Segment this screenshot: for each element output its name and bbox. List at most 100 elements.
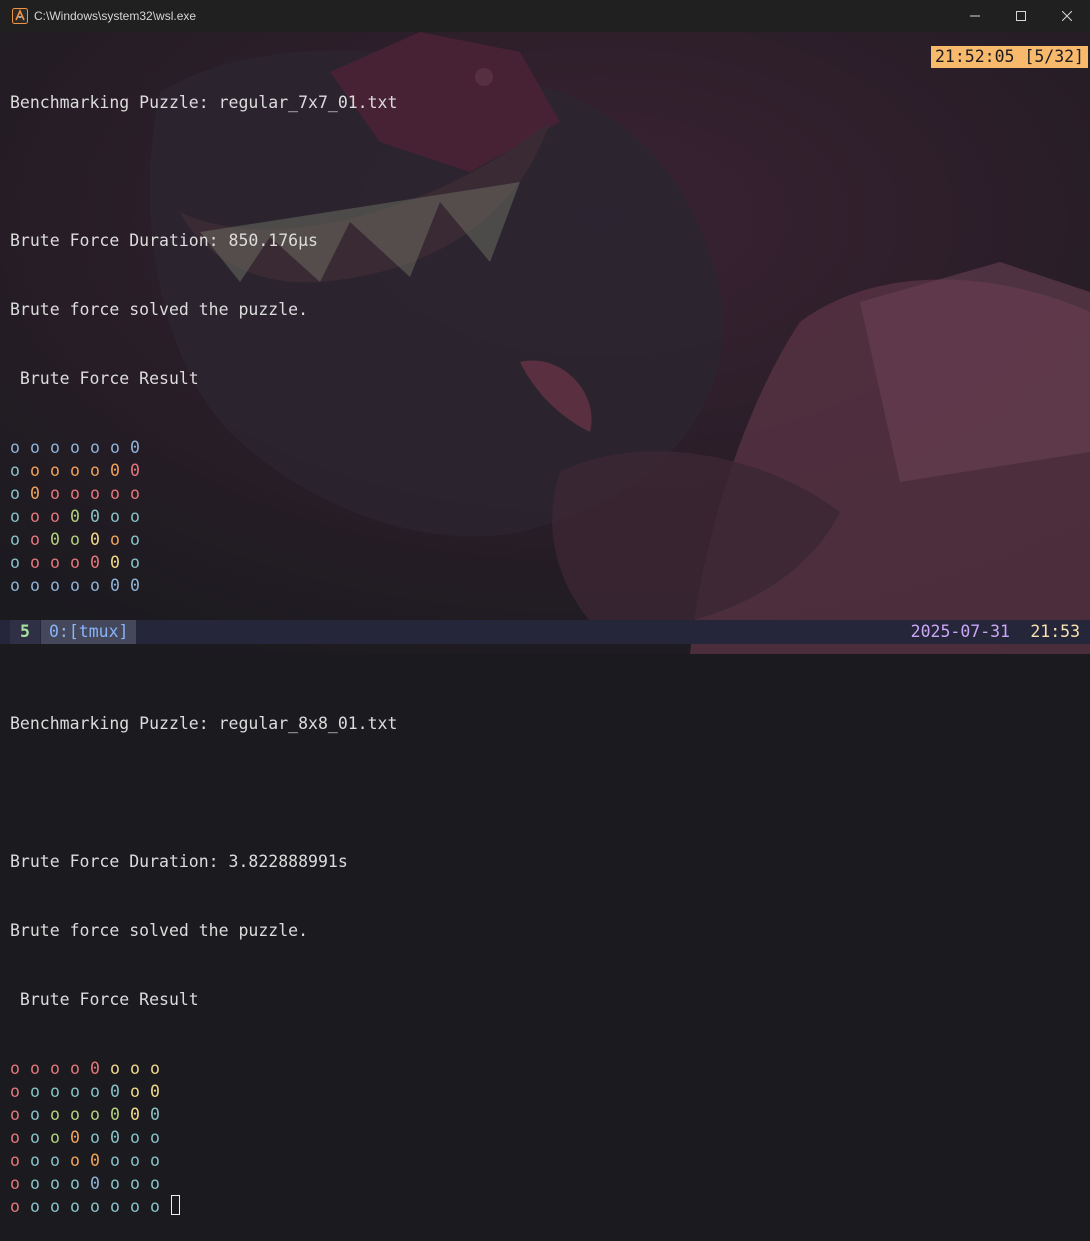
close-button[interactable] (1044, 0, 1090, 32)
grid-cell: o (10, 1197, 20, 1216)
grid-row: oooo0ooo (10, 1057, 1090, 1080)
grid-cell: o (50, 1128, 60, 1147)
puzzle-grid-8x8: oooo0oooooooo0o0ooooo000ooo0o0oooooo0ooo… (10, 1057, 1090, 1218)
grid-cell: o (70, 461, 80, 480)
grid-row: ooooo000 (10, 1103, 1090, 1126)
grid-cell: o (50, 1151, 60, 1170)
grid-cell: 0 (110, 1082, 120, 1101)
grid-cell: o (50, 461, 60, 480)
grid-cell: o (50, 1105, 60, 1124)
grid-cell: 0 (130, 1105, 140, 1124)
benchmark-header: Benchmarking Puzzle: regular_8x8_01.txt (10, 714, 398, 733)
maximize-icon (1016, 11, 1026, 21)
tmux-window-tab[interactable]: 0:[tmux] (41, 620, 137, 644)
grid-row: ooo00oo (10, 505, 1090, 528)
grid-cell: o (70, 553, 80, 572)
grid-cell: o (70, 1105, 80, 1124)
grid-row: oooo0ooo (10, 1149, 1090, 1172)
grid-cell: o (70, 1151, 80, 1170)
grid-cell: 0 (30, 484, 40, 503)
tmux-session-number[interactable]: 5 (10, 620, 40, 644)
grid-cell: o (10, 1082, 20, 1101)
grid-cell: o (90, 1197, 100, 1216)
grid-cell: o (150, 1174, 160, 1193)
grid-cell: o (70, 1197, 80, 1216)
grid-cell: 0 (150, 1105, 160, 1124)
grid-cell: o (10, 1059, 20, 1078)
grid-cell: o (130, 553, 140, 572)
grid-cell: o (150, 1197, 160, 1216)
grid-cell: o (110, 1197, 120, 1216)
grid-cell: o (130, 507, 140, 526)
grid-cell: o (130, 484, 140, 503)
grid-cell: o (90, 484, 100, 503)
grid-cell: 0 (110, 1105, 120, 1124)
grid-cell: o (30, 1059, 40, 1078)
grid-row: oooo0ooo (10, 1172, 1090, 1195)
grid-cell: o (30, 1151, 40, 1170)
status-time: 21:53 (1030, 622, 1080, 641)
grid-cell: o (10, 438, 20, 457)
grid-cell: o (110, 1151, 120, 1170)
grid-cell: 0 (110, 461, 120, 480)
grid-cell: o (110, 1174, 120, 1193)
solved-line: Brute force solved the puzzle. (10, 300, 309, 319)
grid-cell: o (70, 530, 80, 549)
grid-cell: 0 (90, 1059, 100, 1078)
grid-cell: 0 (130, 438, 140, 457)
grid-cell: o (150, 1151, 160, 1170)
grid-cell: 0 (130, 576, 140, 595)
grid-cell: o (90, 576, 100, 595)
minimize-button[interactable] (952, 0, 998, 32)
grid-cell: o (10, 1105, 20, 1124)
window-title: C:\Windows\system32\wsl.exe (34, 9, 197, 23)
grid-cell: o (70, 1174, 80, 1193)
grid-cell: o (50, 1082, 60, 1101)
grid-cell: o (30, 553, 40, 572)
grid-row: oooooo0 (10, 436, 1090, 459)
grid-cell: o (90, 1105, 100, 1124)
grid-cell: o (70, 1082, 80, 1101)
grid-cell: 0 (110, 1128, 120, 1147)
window-controls (952, 0, 1090, 32)
grid-cell: o (150, 1059, 160, 1078)
grid-cell: o (110, 507, 120, 526)
grid-cell: o (130, 1082, 140, 1101)
grid-cell: o (50, 576, 60, 595)
grid-cell: 0 (70, 1128, 80, 1147)
grid-cell: o (50, 484, 60, 503)
terminal-cursor (171, 1195, 180, 1215)
tmux-status-bar: 5 0:[tmux] 2025-07-31 21:53 (0, 620, 1090, 644)
grid-cell: 0 (90, 1174, 100, 1193)
grid-cell: 0 (110, 553, 120, 572)
grid-cell: o (70, 576, 80, 595)
grid-cell: o (50, 507, 60, 526)
grid-cell: o (90, 438, 100, 457)
grid-cell: o (30, 1105, 40, 1124)
grid-row: o0ooooo (10, 482, 1090, 505)
window-title-bar[interactable]: C:\Windows\system32\wsl.exe (0, 0, 1090, 32)
grid-cell: o (10, 553, 20, 572)
maximize-button[interactable] (998, 0, 1044, 32)
grid-cell: o (10, 461, 20, 480)
grid-cell: 0 (150, 1082, 160, 1101)
grid-cell: o (70, 438, 80, 457)
grid-row: ooo0o0oo (10, 1126, 1090, 1149)
grid-cell: o (30, 461, 40, 480)
grid-cell: o (50, 438, 60, 457)
grid-cell: o (30, 507, 40, 526)
grid-cell: o (30, 1174, 40, 1193)
result-label: Brute Force Result (10, 369, 199, 388)
puzzle-grid-7x7: oooooo0ooooo00o0oooooooo00oooo0o0oooooo0… (10, 436, 1090, 597)
minimize-icon (970, 15, 980, 17)
grid-cell: o (30, 530, 40, 549)
solved-line: Brute force solved the puzzle. (10, 921, 309, 940)
grid-row: ooooo00 (10, 574, 1090, 597)
grid-cell: o (130, 1128, 140, 1147)
status-date: 2025-07-31 (910, 622, 1010, 641)
grid-cell: o (10, 576, 20, 595)
grid-cell: o (150, 1128, 160, 1147)
grid-cell: o (110, 530, 120, 549)
grid-cell: o (30, 438, 40, 457)
grid-cell: o (30, 1197, 40, 1216)
